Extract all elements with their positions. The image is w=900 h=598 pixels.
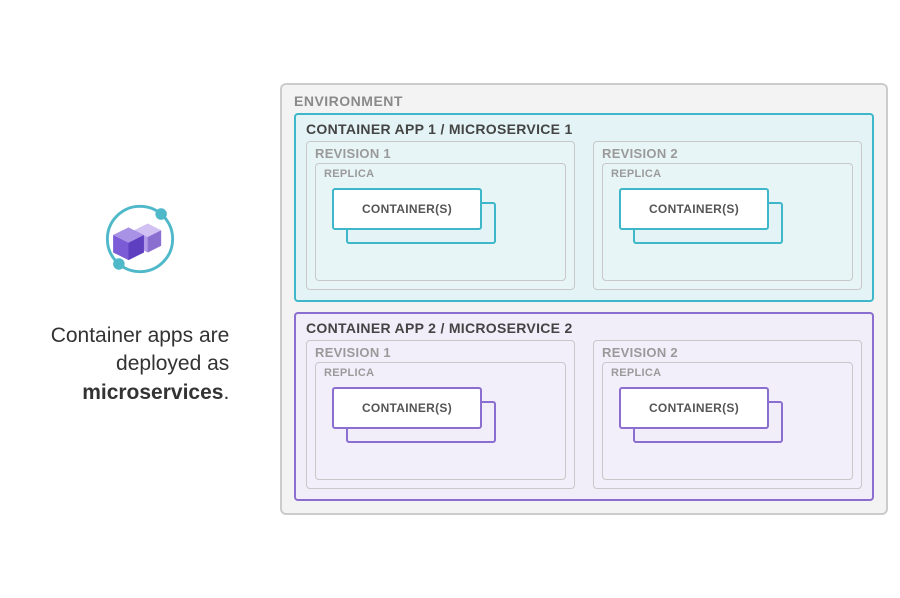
caption-panel: Container apps are deployed as microserv…	[0, 191, 280, 407]
container-box-front: CONTAINER(S)	[332, 387, 482, 429]
environment-box: ENVIRONMENT CONTAINER APP 1 / MICROSERVI…	[280, 83, 888, 515]
app2-revision-1: REVISION 1 REPLICA CONTAINER(S)	[306, 340, 575, 489]
caption-line1: Container apps are	[51, 324, 230, 347]
container-label: CONTAINER(S)	[649, 401, 739, 415]
replica-box: REPLICA CONTAINER(S)	[602, 362, 853, 480]
container-app-1: CONTAINER APP 1 / MICROSERVICE 1 REVISIO…	[294, 113, 874, 302]
app1-title: CONTAINER APP 1 / MICROSERVICE 1	[306, 121, 862, 137]
revision-label: REVISION 2	[602, 146, 853, 161]
container-stack: CONTAINER(S)	[619, 188, 844, 246]
caption-period: .	[223, 381, 229, 404]
replica-label: REPLICA	[611, 367, 844, 379]
revision-label: REVISION 1	[315, 345, 566, 360]
replica-label: REPLICA	[324, 367, 557, 379]
revision-label: REVISION 2	[602, 345, 853, 360]
environment-label: ENVIRONMENT	[294, 93, 874, 109]
container-box-front: CONTAINER(S)	[619, 387, 769, 429]
replica-box: REPLICA CONTAINER(S)	[315, 362, 566, 480]
container-label: CONTAINER(S)	[649, 202, 739, 216]
app1-revision-1: REVISION 1 REPLICA CONTAINER(S)	[306, 141, 575, 290]
replica-box: REPLICA CONTAINER(S)	[602, 163, 853, 281]
replica-label: REPLICA	[611, 168, 844, 180]
caption-bold: microservices	[82, 381, 223, 404]
app1-revision-2: REVISION 2 REPLICA CONTAINER(S)	[593, 141, 862, 290]
app2-revision-2: REVISION 2 REPLICA CONTAINER(S)	[593, 340, 862, 489]
caption-line2: deployed as	[116, 352, 229, 375]
replica-label: REPLICA	[324, 168, 557, 180]
container-apps-icon	[92, 191, 188, 292]
container-app-2: CONTAINER APP 2 / MICROSERVICE 2 REVISIO…	[294, 312, 874, 501]
container-stack: CONTAINER(S)	[619, 387, 844, 445]
container-stack: CONTAINER(S)	[332, 387, 557, 445]
app2-title: CONTAINER APP 2 / MICROSERVICE 2	[306, 320, 862, 336]
container-label: CONTAINER(S)	[362, 401, 452, 415]
container-stack: CONTAINER(S)	[332, 188, 557, 246]
revision-label: REVISION 1	[315, 146, 566, 161]
container-label: CONTAINER(S)	[362, 202, 452, 216]
container-box-front: CONTAINER(S)	[619, 188, 769, 230]
diagram: ENVIRONMENT CONTAINER APP 1 / MICROSERVI…	[280, 71, 900, 527]
container-box-front: CONTAINER(S)	[332, 188, 482, 230]
caption-text: Container apps are deployed as microserv…	[51, 322, 230, 407]
replica-box: REPLICA CONTAINER(S)	[315, 163, 566, 281]
